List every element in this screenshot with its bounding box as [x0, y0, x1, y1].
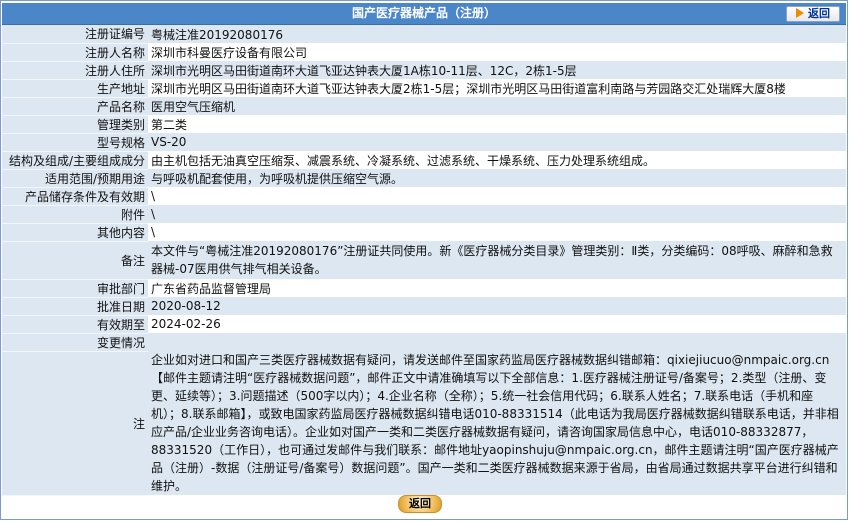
field-value: 2024-02-26: [148, 315, 846, 333]
table-row: 备注 本文件与“粤械注准20192080176”注册证共同使用。新《医疗器械分类目…: [2, 241, 846, 280]
field-label: 变更情况: [2, 333, 148, 352]
field-label: 注: [2, 351, 148, 496]
record-panel: 国产医疗器械产品（注册） 返回 注册证编号 粤械注准20192080176 注册人…: [0, 0, 848, 520]
detail-table: 注册证编号 粤械注准20192080176 注册人名称 深圳市科曼医疗设备有限公司 …: [2, 25, 846, 496]
field-value: \: [148, 187, 846, 205]
table-row: 产品储存条件及有效期 \: [2, 187, 846, 206]
back-button-bottom[interactable]: 返回: [398, 495, 442, 513]
field-value: 深圳市科曼医疗设备有限公司: [148, 43, 846, 61]
field-value: 医用空气压缩机: [148, 97, 846, 115]
field-label: 有效期至: [2, 315, 148, 334]
back-button-top-label: 返回: [808, 7, 830, 20]
field-value: 企业如对进口和国产三类医疗器械数据有疑问，请发送邮件至国家药监局医疗器械数据纠错…: [148, 351, 846, 495]
field-value: \: [148, 205, 846, 223]
table-row: 生产地址 深圳市光明区马田街道南环大道飞亚达钟表大厦2栋1-5层；深圳市光明区马田…: [2, 79, 846, 98]
field-value: [148, 333, 846, 351]
field-label: 注册人住所: [2, 61, 148, 80]
title-bar: 国产医疗器械产品（注册） 返回: [2, 3, 846, 25]
field-value: 广东省药品监督管理局: [148, 279, 846, 297]
field-value: 深圳市光明区马田街道南环大道飞亚达钟表大厦2栋1-5层；深圳市光明区马田街道富利…: [148, 79, 846, 97]
field-label: 注册证编号: [2, 25, 148, 44]
field-value: 粤械注准20192080176: [148, 25, 846, 43]
table-row: 附件 \: [2, 205, 846, 224]
table-row: 型号规格 VS-20: [2, 133, 846, 152]
page-title: 国产医疗器械产品（注册）: [351, 6, 496, 20]
field-value: 第二类: [148, 115, 846, 133]
table-row: 注册人住所 深圳市光明区马田街道南环大道飞亚达钟表大厦1A栋10-11层、12C，…: [2, 61, 846, 80]
field-label: 审批部门: [2, 279, 148, 298]
field-value: 本文件与“粤械注准20192080176”注册证共同使用。新《医疗器械分类目录》…: [148, 241, 846, 279]
table-row: 变更情况: [2, 333, 846, 352]
field-label: 生产地址: [2, 79, 148, 98]
field-label: 其他内容: [2, 223, 148, 242]
table-row: 注册证编号 粤械注准20192080176: [2, 25, 846, 44]
field-label: 型号规格: [2, 133, 148, 152]
table-row: 产品名称 医用空气压缩机: [2, 97, 846, 116]
field-value: 由主机包括无油真空压缩泵、减震系统、冷凝系统、过滤系统、干燥系统、压力处理系统组…: [148, 151, 846, 169]
table-row: 有效期至 2024-02-26: [2, 315, 846, 334]
table-row: 适用范围/预期用途 与呼吸机配套使用，为呼吸机提供压缩空气源。: [2, 169, 846, 188]
field-label: 附件: [2, 205, 148, 224]
arrow-right-icon: [796, 8, 804, 18]
table-row: 结构及组成/主要组成成分 由主机包括无油真空压缩泵、减震系统、冷凝系统、过滤系统、…: [2, 151, 846, 170]
table-row: 注企业如对进口和国产三类医疗器械数据有疑问，请发送邮件至国家药监局医疗器械数据纠…: [2, 351, 846, 496]
table-row: 注册人名称 深圳市科曼医疗设备有限公司: [2, 43, 846, 62]
field-label: 结构及组成/主要组成成分: [2, 151, 148, 170]
field-label: 产品储存条件及有效期: [2, 187, 148, 206]
field-label: 管理类别: [2, 115, 148, 134]
back-button-top[interactable]: 返回: [786, 6, 840, 22]
field-label: 批准日期: [2, 297, 148, 316]
field-value: 与呼吸机配套使用，为呼吸机提供压缩空气源。: [148, 169, 846, 187]
field-value: 2020-08-12: [148, 297, 846, 315]
field-label: 产品名称: [2, 97, 148, 116]
field-label: 注册人名称: [2, 43, 148, 62]
field-label: 适用范围/预期用途: [2, 169, 148, 188]
table-row: 审批部门 广东省药品监督管理局: [2, 279, 846, 298]
field-value: 深圳市光明区马田街道南环大道飞亚达钟表大厦1A栋10-11层、12C，2栋1-5…: [148, 61, 846, 79]
field-value: VS-20: [148, 133, 846, 151]
field-label: 备注: [2, 241, 148, 280]
table-row: 批准日期 2020-08-12: [2, 297, 846, 316]
table-row: 其他内容 \: [2, 223, 846, 242]
table-row: 管理类别 第二类: [2, 115, 846, 134]
field-value: \: [148, 223, 846, 241]
